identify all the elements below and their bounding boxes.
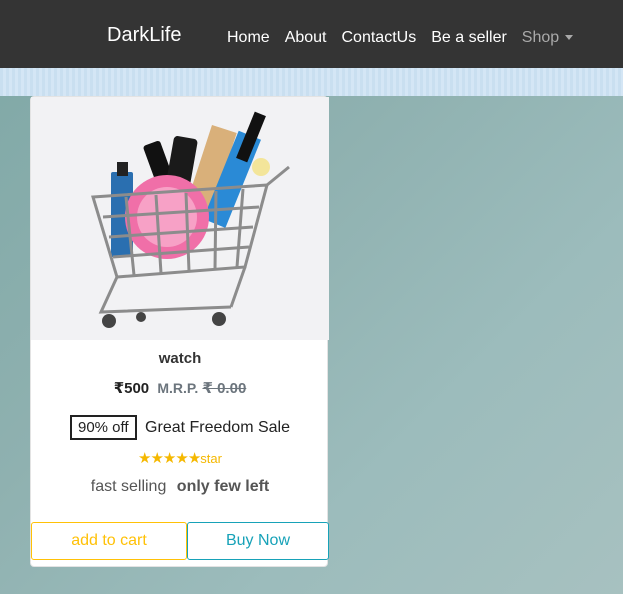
mrp-value: ₹ 0.00 (202, 380, 247, 397)
caret-down-icon (565, 35, 574, 41)
shopping-cart-cosmetics-icon (91, 111, 290, 328)
sale-label: Great Freedom Sale (145, 419, 290, 436)
star-icon: ★★★★★ (138, 450, 201, 467)
nav-contact[interactable]: ContactUs (342, 29, 417, 47)
stock-text: fast selling (90, 478, 167, 495)
rating-label: star (200, 451, 222, 466)
price-row: ₹500 M.R.P. ₹ 0.00 (31, 379, 329, 397)
product-title: watch (158, 350, 202, 367)
discount-badge: 90% off (69, 415, 137, 440)
nav-about[interactable]: About (285, 29, 327, 47)
nav-shop-dropdown[interactable]: Shop (521, 29, 574, 47)
decorative-band (0, 68, 623, 96)
stock-emphasis: only few left (176, 478, 270, 495)
price: ₹500 (113, 380, 150, 397)
mrp-label: M.R.P. (157, 380, 199, 396)
rating-row: ★★★★★star (31, 449, 329, 467)
sale-row: 90% off Great Freedom Sale (31, 415, 329, 440)
brand-logo[interactable]: DarkLife (107, 24, 181, 47)
product-card: watch ₹500 M.R.P. ₹ 0.00 90% off Great F… (30, 96, 329, 567)
nav-seller[interactable]: Be a seller (431, 29, 507, 47)
navbar: DarkLife Home About ContactUs Be a selle… (0, 0, 623, 68)
nav-links: Home About ContactUs Be a seller Shop (227, 29, 588, 47)
add-to-cart-button[interactable]: add to cart (31, 522, 187, 560)
product-image[interactable] (31, 97, 329, 340)
nav-home[interactable]: Home (227, 29, 270, 47)
buy-now-button[interactable]: Buy Now (187, 522, 329, 560)
stock-row: fast selling only few left (31, 478, 329, 496)
nav-shop-label: Shop (521, 29, 560, 46)
